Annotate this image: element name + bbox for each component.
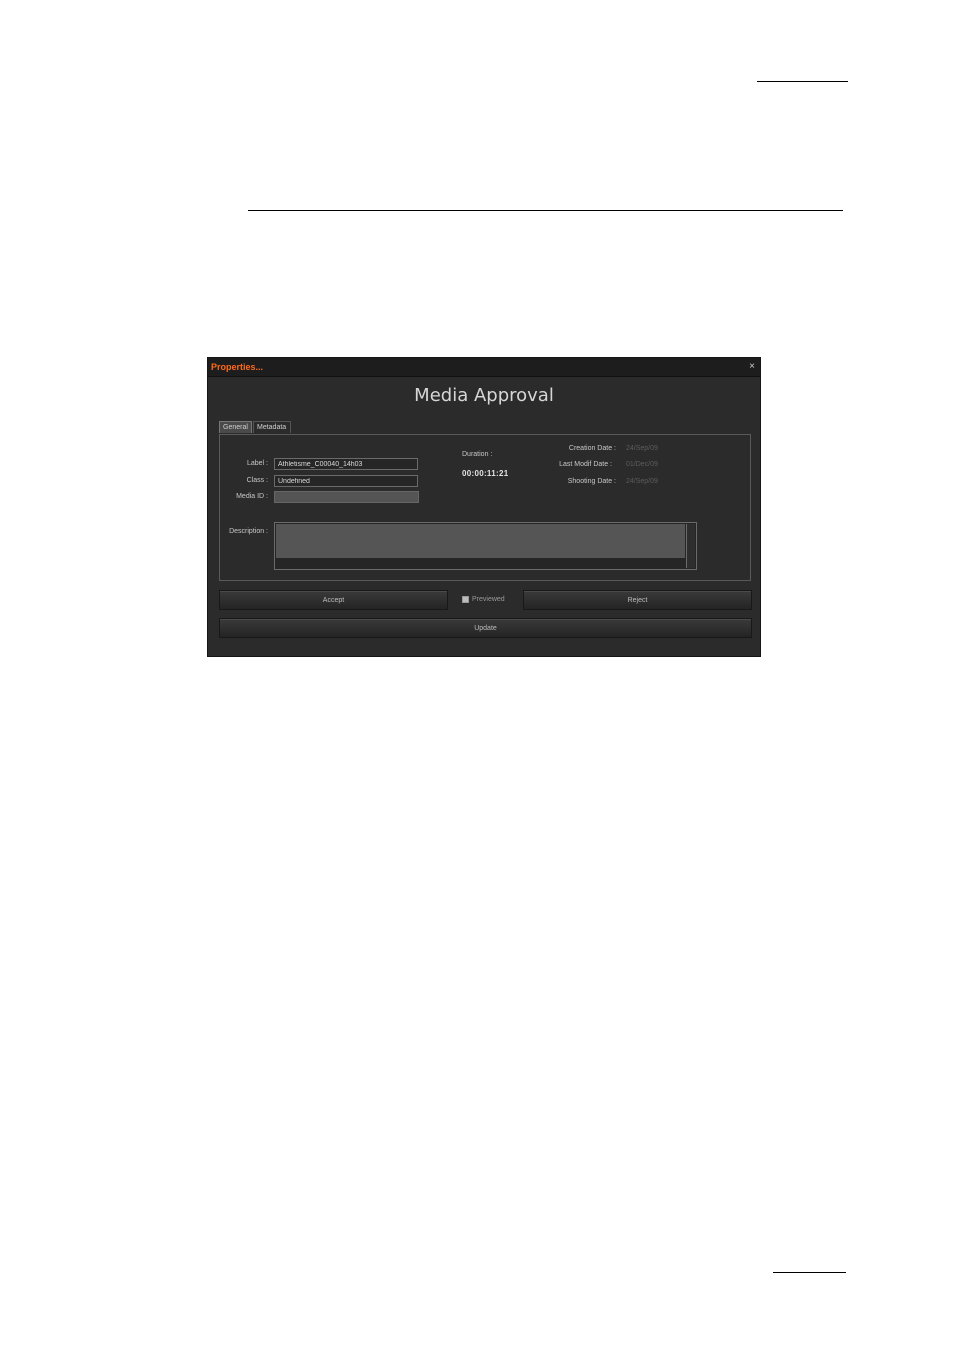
media-id-caption: Media ID : xyxy=(236,493,268,500)
last-modif-date-caption: Last Modif Date : xyxy=(559,461,612,468)
header-rule xyxy=(757,81,848,82)
duration-caption: Duration : xyxy=(462,451,493,458)
label-caption: Label : xyxy=(246,460,268,467)
general-panel: Label : Class : Media ID : Duration : 00… xyxy=(219,434,751,581)
creation-date-caption: Creation Date : xyxy=(568,445,616,452)
close-icon[interactable]: × xyxy=(749,361,755,372)
duration-value: 00:00:11:21 xyxy=(462,469,509,478)
previewed-checkbox[interactable] xyxy=(462,596,469,603)
description-scrollbar[interactable] xyxy=(686,524,695,568)
tab-metadata[interactable]: Metadata xyxy=(253,421,291,433)
reject-button[interactable]: Reject xyxy=(523,590,752,610)
description-text-area[interactable] xyxy=(276,524,685,558)
shooting-date-caption: Shooting Date : xyxy=(567,478,616,485)
tab-general[interactable]: General xyxy=(219,421,252,433)
class-caption: Class : xyxy=(246,477,268,484)
dialog-titlebar: Properties... × xyxy=(208,358,760,377)
creation-date-value: 24/Sep/09 xyxy=(626,445,658,452)
shooting-date-value: 24/Sep/09 xyxy=(626,478,658,485)
previewed-label: Previewed xyxy=(472,596,505,603)
dialog-heading: Media Approval xyxy=(414,385,554,406)
last-modif-date-value: 01/Dec/09 xyxy=(626,461,658,468)
window-title: Properties... xyxy=(211,362,264,372)
properties-dialog: Properties... × Media Approval General M… xyxy=(207,357,761,657)
label-input[interactable] xyxy=(274,458,418,470)
accept-button[interactable]: Accept xyxy=(219,590,448,610)
description-textarea[interactable] xyxy=(274,522,697,570)
class-input[interactable] xyxy=(274,475,418,487)
section-rule xyxy=(248,210,843,211)
footer-rule xyxy=(773,1272,846,1273)
update-button[interactable]: Update xyxy=(219,618,752,638)
description-caption: Description : xyxy=(229,528,268,535)
media-id-input[interactable] xyxy=(274,491,419,503)
